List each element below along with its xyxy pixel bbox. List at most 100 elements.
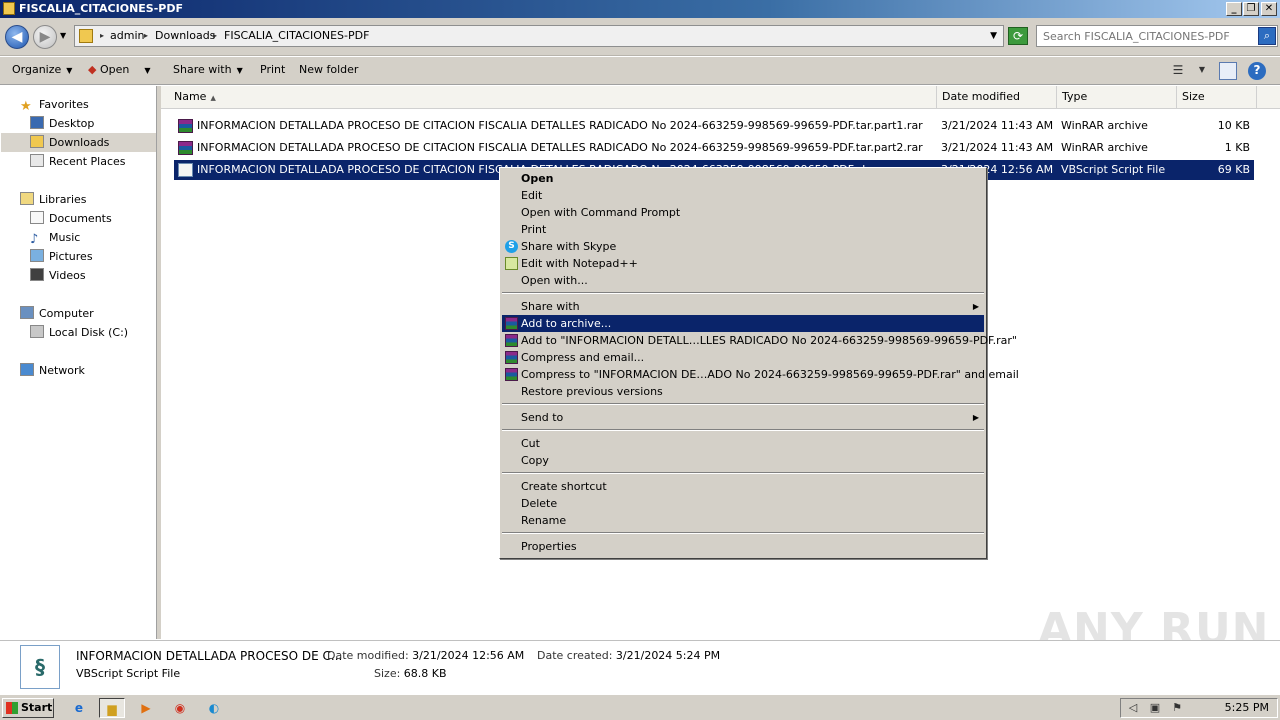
column-date-modified[interactable]: Date modified — [937, 86, 1057, 108]
start-button[interactable]: Start — [2, 698, 54, 718]
navigation-bar: ◀ ▶ ▼ ▸ admin ▸ Downloads ▸ FISCALIA_CIT… — [0, 18, 1280, 56]
menu-item-rename[interactable]: Rename — [502, 512, 984, 529]
documents-icon — [30, 211, 44, 224]
sidebar-item-documents[interactable]: Documents — [30, 209, 112, 228]
explorer-icon[interactable]: ▆ — [99, 698, 125, 718]
menu-item-edit-notepadpp[interactable]: Edit with Notepad++ — [502, 255, 984, 272]
desktop-icon — [30, 116, 44, 129]
clock[interactable]: 5:25 PM — [1225, 699, 1269, 717]
recent-pages-chevron-icon[interactable]: ▼ — [60, 31, 66, 40]
open-app-icon: ◆ — [88, 63, 97, 76]
column-type[interactable]: Type — [1057, 86, 1177, 108]
file-row[interactable]: INFORMACION DETALLADA PROCESO DE CITACIO… — [174, 116, 1254, 136]
winrar-icon — [178, 141, 193, 155]
media-player-icon[interactable]: ▶ — [133, 698, 159, 718]
open-button[interactable]: ◆ Open ▼ — [88, 63, 151, 78]
menu-item-properties[interactable]: Properties — [502, 538, 984, 555]
breadcrumb-admin[interactable]: admin — [110, 26, 144, 46]
file-name: INFORMACION DETALLADA PROCESO DE CITACIO… — [197, 141, 923, 154]
sidebar-item-downloads[interactable]: Downloads — [1, 133, 156, 152]
help-icon[interactable]: ? — [1248, 62, 1266, 80]
minimize-button[interactable]: _ — [1226, 2, 1242, 16]
address-dropdown-icon[interactable]: ▼ — [990, 26, 997, 46]
file-row[interactable]: INFORMACION DETALLADA PROCESO DE CITACIO… — [174, 138, 1254, 158]
back-button[interactable]: ◀ — [5, 25, 29, 49]
menu-item-share-skype[interactable]: S Share with Skype — [502, 238, 984, 255]
menu-item-cut[interactable]: Cut — [502, 435, 984, 452]
maximize-button[interactable]: ❐ — [1243, 2, 1259, 16]
share-with-button[interactable]: Share with ▼ — [173, 63, 243, 78]
menu-item-edit[interactable]: Edit — [502, 187, 984, 204]
close-button[interactable]: ✕ — [1261, 2, 1277, 16]
file-date: 3/21/2024 11:43 AM — [941, 119, 1054, 132]
submenu-arrow-icon: ▶ — [972, 302, 979, 311]
refresh-icon[interactable]: ⟳ — [1008, 27, 1028, 45]
sidebar-item-pictures[interactable]: Pictures — [30, 247, 93, 266]
start-label: Start — [21, 701, 53, 714]
sidebar-item-computer[interactable]: Computer — [20, 304, 94, 323]
menu-separator — [502, 472, 984, 474]
organize-button[interactable]: Organize ▼ — [12, 63, 72, 78]
sidebar-item-recent-places[interactable]: Recent Places — [30, 152, 126, 171]
new-folder-button[interactable]: New folder — [299, 63, 358, 77]
sidebar-item-label: Pictures — [49, 250, 93, 263]
volume-icon[interactable]: ◁ — [1125, 701, 1141, 715]
address-bar[interactable]: ▸ admin ▸ Downloads ▸ FISCALIA_CITACIONE… — [74, 25, 1004, 47]
search-icon[interactable]: ⌕ — [1258, 27, 1276, 45]
menu-item-add-to-rar[interactable]: Add to "INFORMACION DETALL…LLES RADICADO… — [502, 332, 1017, 349]
breadcrumb-separator-icon[interactable]: ▸ — [144, 26, 148, 46]
column-name[interactable]: Name ▲ — [169, 86, 937, 108]
breadcrumb-downloads[interactable]: Downloads — [155, 26, 215, 46]
menu-item-delete[interactable]: Delete — [502, 495, 984, 512]
winrar-icon — [505, 317, 518, 330]
sidebar-item-videos[interactable]: Videos — [30, 266, 86, 285]
sidebar-item-libraries[interactable]: Libraries — [20, 190, 87, 209]
details-pane: § INFORMACION DETALLADA PROCESO DE C... … — [0, 640, 1280, 692]
submenu-arrow-icon: ▶ — [972, 413, 979, 422]
sidebar-item-music[interactable]: ♪ Music — [30, 228, 80, 247]
menu-item-copy[interactable]: Copy — [502, 452, 984, 469]
menu-item-open-with[interactable]: Open with... — [502, 272, 984, 289]
details-value: 3/21/2024 5:24 PM — [615, 649, 721, 662]
network-tray-icon[interactable]: ▣ — [1147, 701, 1163, 715]
menu-item-create-shortcut[interactable]: Create shortcut — [502, 478, 984, 495]
menu-item-open-command-prompt[interactable]: Open with Command Prompt — [502, 204, 984, 221]
search-input[interactable] — [1036, 25, 1278, 47]
chrome-icon[interactable]: ◉ — [167, 698, 193, 718]
menu-item-send-to[interactable]: Send to ▶ — [502, 409, 984, 426]
breadcrumb-folder[interactable]: FISCALIA_CITACIONES-PDF — [224, 26, 369, 46]
view-options-icon[interactable]: ☰ — [1169, 62, 1187, 80]
menu-item-open[interactable]: Open — [502, 170, 984, 187]
menu-separator — [502, 429, 984, 431]
menu-item-compress-email[interactable]: Compress and email... — [502, 349, 984, 366]
column-name-label: Name — [174, 90, 207, 103]
view-dropdown-icon[interactable]: ▼ — [1193, 62, 1211, 80]
folder-icon — [3, 2, 15, 15]
menu-item-add-to-archive[interactable]: Add to archive... — [502, 315, 984, 332]
menu-item-print[interactable]: Print — [502, 221, 984, 238]
print-button[interactable]: Print — [260, 63, 285, 77]
action-center-flag-icon[interactable]: ⚑ — [1169, 701, 1185, 715]
preview-pane-icon[interactable] — [1219, 62, 1237, 80]
menu-item-share-with[interactable]: Share with ▶ — [502, 298, 984, 315]
column-size[interactable]: Size — [1177, 86, 1257, 108]
sidebar-item-local-disk[interactable]: Local Disk (C:) — [30, 323, 128, 342]
menu-item-compress-to-rar-email[interactable]: Compress to "INFORMACION DE…ADO No 2024-… — [502, 366, 1019, 383]
libraries-icon — [20, 192, 34, 205]
details-size: Size: 68.8 KB — [374, 667, 447, 680]
menu-item-restore-versions[interactable]: Restore previous versions — [502, 383, 984, 400]
command-bar: Organize ▼ ◆ Open ▼ Share with ▼ Print New … — [0, 57, 1280, 85]
internet-explorer-icon[interactable]: e — [66, 698, 92, 718]
edge-icon[interactable]: ◐ — [201, 698, 227, 718]
sidebar-item-favorites[interactable]: ★ Favorites — [20, 95, 89, 114]
sidebar-item-network[interactable]: Network — [20, 361, 85, 380]
file-size: 10 KB — [1217, 119, 1250, 132]
folder-icon — [79, 29, 93, 43]
breadcrumb-separator-icon[interactable]: ▸ — [213, 26, 217, 46]
breadcrumb-separator-icon[interactable]: ▸ — [100, 26, 104, 46]
forward-button[interactable]: ▶ — [33, 25, 57, 49]
file-type: VBScript Script File — [1061, 163, 1166, 176]
sidebar-item-desktop[interactable]: Desktop — [30, 114, 94, 133]
file-name: INFORMACION DETALLADA PROCESO DE CITACIO… — [197, 119, 923, 132]
disk-icon — [30, 325, 44, 338]
